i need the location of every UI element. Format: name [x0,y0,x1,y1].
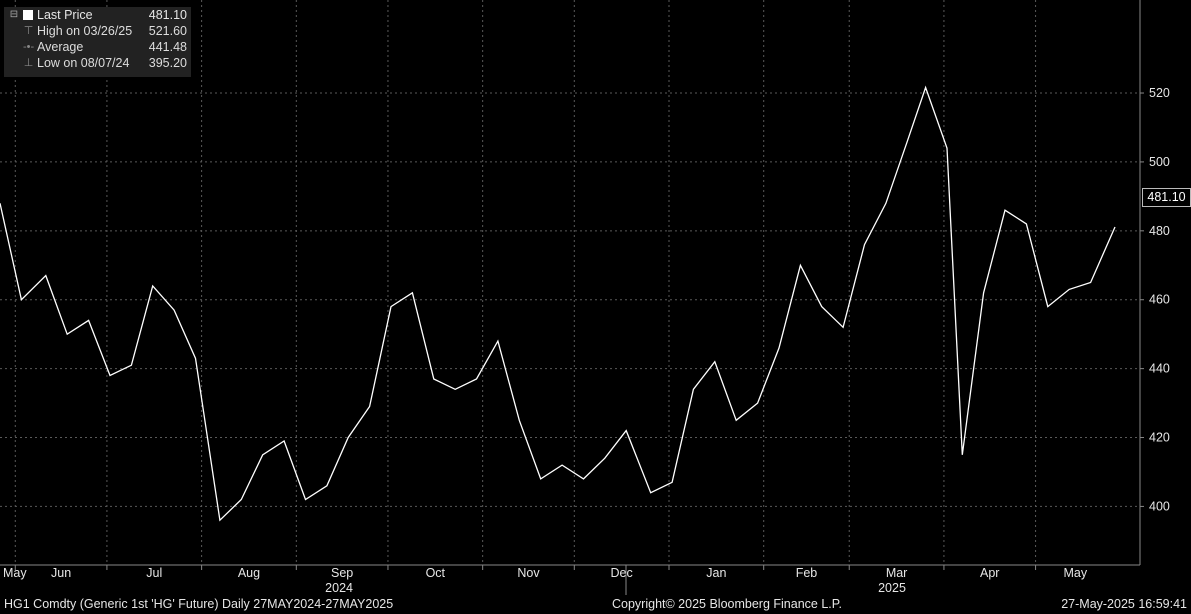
x-month-label: Oct [426,566,446,580]
y-tick-label: 440 [1149,362,1170,376]
legend-high: ⊤ High on 03/26/25 521.60 [4,23,191,39]
legend-low: ⊥ Low on 08/07/24 395.20 [4,55,191,71]
x-month-label: Mar [886,566,908,580]
y-axis-ticks: 400 420 440 460 480 500 520 [1140,86,1170,513]
low-marker-icon: ⊥ [23,57,34,69]
x-month-label: Aug [238,566,260,580]
legend-average-label: Average [37,40,84,54]
y-tick-label: 400 [1149,499,1170,513]
x-year-label: 2025 [878,581,906,595]
last-price-tag: 481.10 [1142,188,1191,207]
legend-average-value: 441.48 [148,40,187,54]
average-marker-icon: -•- [23,41,35,53]
y-tick-label: 480 [1149,224,1170,238]
legend-low-value: 395.20 [148,56,187,70]
y-tick-label: 460 [1149,293,1170,307]
x-month-label: Dec [611,566,633,580]
chart-grid [0,0,1140,565]
y-tick-label: 500 [1149,155,1170,169]
legend-last-label: Last Price [37,8,93,22]
x-month-label: Jan [706,566,726,580]
last-price-line [0,85,1116,522]
x-month-label: Feb [796,566,818,580]
x-month-label: Jun [51,566,71,580]
footer-security: HG1 Comdty (Generic 1st 'HG' Future) Dai… [4,597,394,611]
x-year-label: 2024 [325,581,353,595]
legend-high-label: High on 03/26/25 [37,24,133,38]
x-month-label: Sep [331,566,353,580]
y-tick-label: 420 [1149,431,1170,445]
x-month-label: May [1063,566,1087,580]
high-marker-icon: ⊤ [23,25,34,37]
y-tick-label: 520 [1149,86,1170,100]
x-month-label: May [3,566,27,580]
legend-low-label: Low on 08/07/24 [37,56,130,70]
collapse-icon[interactable]: ⊟ [8,9,20,21]
price-chart: 400 420 440 460 480 500 520 May Jun Jul Aug Sep Oct… [0,0,1170,595]
footer-copyright: Copyright© 2025 Bloomberg Finance L.P. [612,597,842,611]
x-axis-ticks: May Jun Jul Aug Sep Oct Nov Dec Jan Feb Mar Apr May 2… [3,565,1088,595]
x-month-label: Apr [980,566,999,580]
legend-last-value: 481.10 [148,8,187,22]
chart-legend: ⊟ Last Price 481.10 ⊤ High on 03/26/25 5… [4,7,191,77]
x-month-label: Jul [146,566,162,580]
x-month-label: Nov [517,566,540,580]
legend-last-price: ⊟ Last Price 481.10 [4,7,191,23]
last-price-swatch-icon [23,10,33,20]
legend-average: -•- Average 441.48 [4,39,191,55]
legend-high-value: 521.60 [148,24,187,38]
footer-timestamp: 27-May-2025 16:59:41 [1061,597,1187,611]
